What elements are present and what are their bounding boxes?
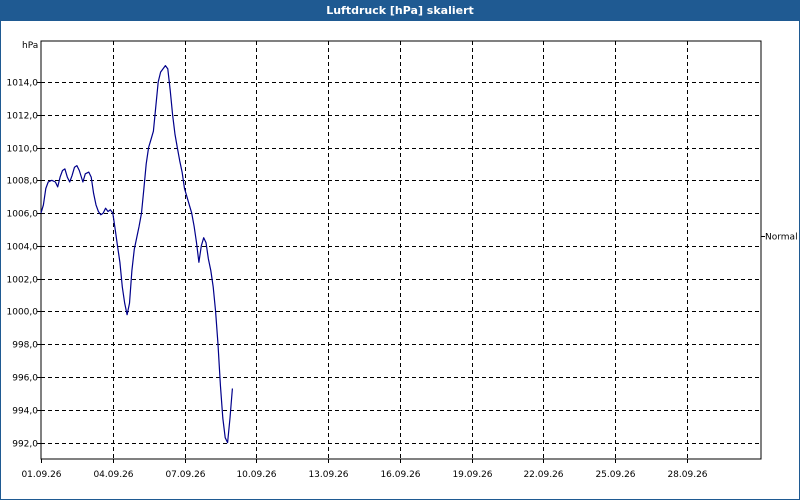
normal-label: Normal	[765, 233, 798, 243]
x-tick-label: 16.09.26	[380, 470, 420, 480]
pressure-chart: 992,0 994,0 996,0 998,0 1000,0 1002,0 1004,0 10…	[7, 40, 798, 480]
y-tick-label: 992,0	[12, 440, 38, 450]
series-group	[40, 65, 233, 444]
x-tick-label: 28.09.26	[667, 470, 707, 480]
grid-lines	[41, 41, 761, 459]
annotation-group: Normal	[761, 233, 798, 243]
x-tick-label: 13.09.26	[308, 470, 348, 480]
x-tick-label: 10.09.26	[236, 470, 276, 480]
x-tick-label: 22.09.26	[523, 470, 563, 480]
x-tick-label: 07.09.26	[165, 470, 205, 480]
plot-frame	[40, 40, 762, 460]
x-tick-label: 04.09.26	[93, 470, 133, 480]
x-tick-label: 25.09.26	[595, 470, 635, 480]
y-tick-label: 994,0	[12, 407, 38, 417]
y-axis: 992,0 994,0 996,0 998,0 1000,0 1002,0 1004,0 10…	[7, 79, 41, 450]
y-tick-label: 1002,0	[7, 276, 39, 286]
pressure-series-line	[40, 65, 233, 444]
y-tick-label: 1000,0	[7, 308, 39, 318]
y-axis-label: hPa	[22, 41, 38, 51]
x-tick-label: 19.09.26	[452, 470, 492, 480]
y-tick-label: 1004,0	[7, 243, 39, 253]
x-tick-label: 01.09.26	[21, 470, 61, 480]
y-tick-label: 1008,0	[7, 177, 39, 187]
y-tick-label: 1014,0	[7, 79, 39, 89]
y-tick-label: 1012,0	[7, 112, 39, 122]
y-tick-label: 996,0	[12, 374, 38, 384]
y-tick-label: 1006,0	[7, 210, 39, 220]
y-tick-label: 998,0	[12, 341, 38, 351]
x-axis: 01.09.26 04.09.26 07.09.26 10.09.26 13.09.26…	[21, 459, 708, 480]
y-tick-label: 1010,0	[7, 145, 39, 155]
